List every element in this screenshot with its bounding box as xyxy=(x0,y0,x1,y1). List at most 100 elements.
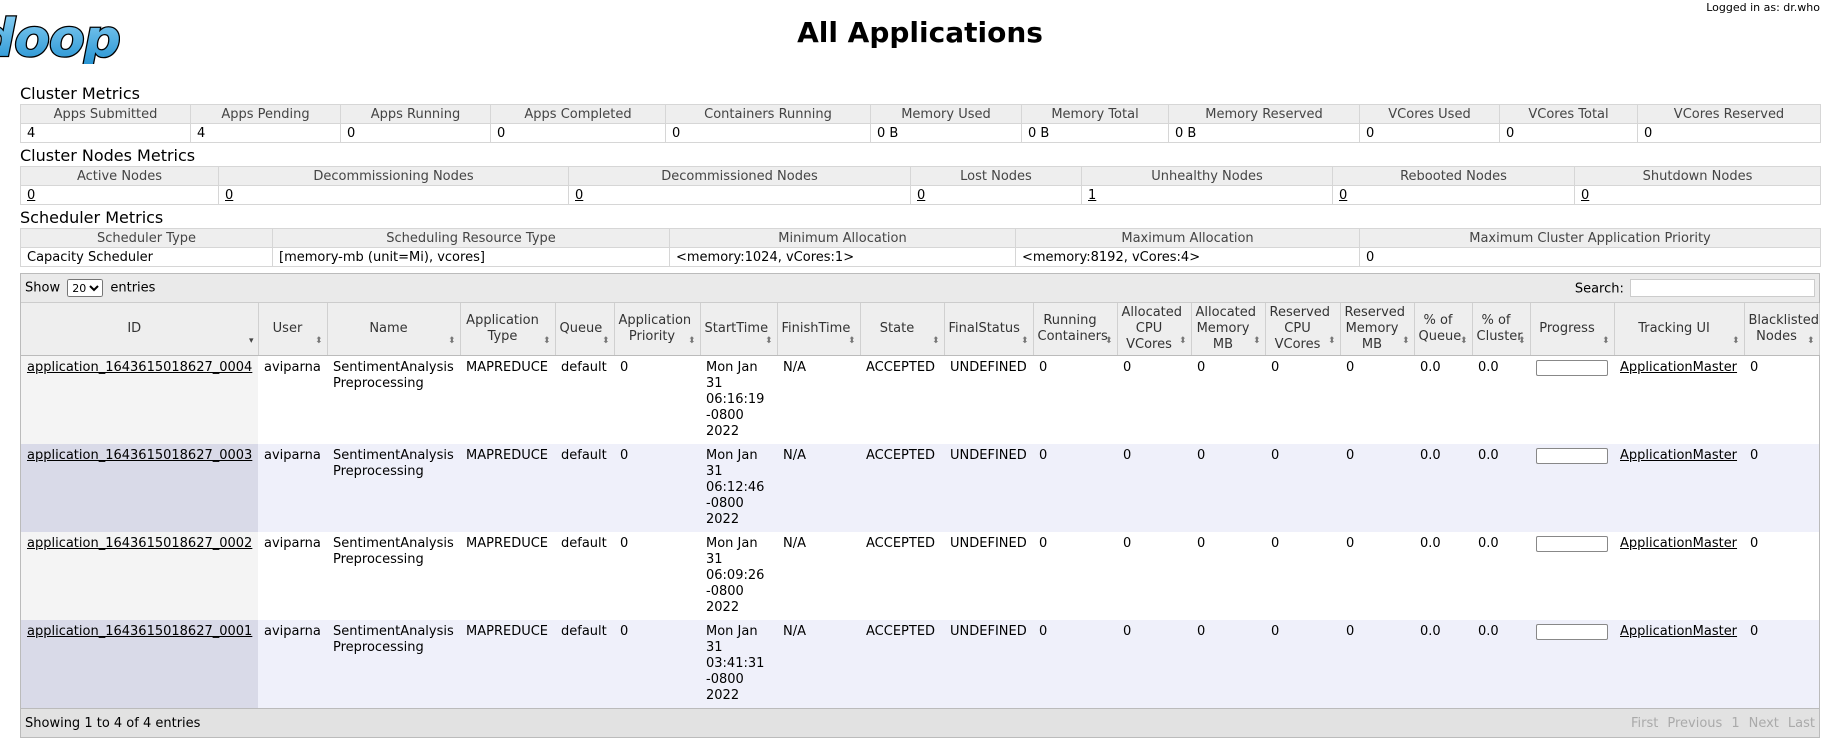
cell-user: aviparna xyxy=(258,444,327,532)
active-nodes-link[interactable]: 0 xyxy=(27,188,35,203)
column-header-id[interactable]: ID ▾ xyxy=(21,303,259,356)
cell-final-status: UNDEFINED xyxy=(944,444,1033,532)
tracking-ui-link[interactable]: ApplicationMaster xyxy=(1620,360,1737,375)
column-header-reserved-cpu-vcores[interactable]: Reserved CPU VCores ⬍ xyxy=(1265,303,1341,356)
active-nodes-cell: 0 xyxy=(20,185,219,205)
cell-blacklisted: 0 xyxy=(1744,620,1819,708)
cell-start: Mon Jan 31 06:09:26 -0800 2022 xyxy=(700,532,777,620)
column-header-label: % of Cluster xyxy=(1476,313,1523,344)
column-header-label: Running Containers xyxy=(1037,313,1108,344)
column-header-running-containers[interactable]: Running Containers ⬍ xyxy=(1033,303,1118,356)
column-header-label: StartTime xyxy=(704,321,769,336)
active-nodes-header: Active Nodes xyxy=(20,166,219,186)
cluster-metrics-header-row: Apps Submitted Apps Pending Apps Running Ap… xyxy=(20,104,1821,124)
cell-res-cpu: 0 xyxy=(1265,444,1340,532)
column-header-application-priority[interactable]: Application Priority ⬍ xyxy=(614,303,701,356)
column-header-queue[interactable]: Queue ⬍ xyxy=(555,303,615,356)
pager-first-button[interactable]: First xyxy=(1631,716,1658,731)
column-header-label: Name xyxy=(369,321,408,336)
cell-pct-queue: 0.0 xyxy=(1414,444,1472,532)
maximum-allocation-header: Maximum Allocation xyxy=(1015,228,1360,248)
cell-pct-queue: 0.0 xyxy=(1414,355,1472,444)
search-input[interactable] xyxy=(1630,279,1815,297)
column-header-application-type[interactable]: Application Type ⬍ xyxy=(460,303,556,356)
tracking-ui-link[interactable]: ApplicationMaster xyxy=(1620,448,1737,463)
cell-queue: default xyxy=(555,355,614,444)
pager-last-button[interactable]: Last xyxy=(1788,716,1815,731)
tracking-ui-link[interactable]: ApplicationMaster xyxy=(1620,536,1737,551)
cell-res-mem: 0 xyxy=(1340,444,1414,532)
sort-desc-icon: ▾ xyxy=(248,336,254,346)
column-header-allocated-cpu-vcores[interactable]: Allocated CPU VCores ⬍ xyxy=(1117,303,1192,356)
column-header-user[interactable]: User ⬍ xyxy=(258,303,328,356)
shutdown-nodes-cell: 0 xyxy=(1574,185,1821,205)
unhealthy-nodes-link[interactable]: 1 xyxy=(1088,188,1096,203)
containers-running-cell: 0 xyxy=(665,123,871,143)
sort-icon: ⬍ xyxy=(601,336,610,346)
cell-final-status: UNDEFINED xyxy=(944,620,1033,708)
lost-nodes-cell: 0 xyxy=(910,185,1082,205)
sort-icon: ⬍ xyxy=(1517,336,1526,346)
lost-nodes-header: Lost Nodes xyxy=(910,166,1082,186)
maximum-allocation-cell: <memory:8192, vCores:4> xyxy=(1015,247,1360,267)
cell-final-status: UNDEFINED xyxy=(944,532,1033,620)
decommissioning-nodes-link[interactable]: 0 xyxy=(225,188,233,203)
cell-res-mem: 0 xyxy=(1340,355,1414,444)
cell-tracking: ApplicationMaster xyxy=(1614,532,1744,620)
application-id-link[interactable]: application_1643615018627_0001 xyxy=(27,624,252,639)
pager-1-button[interactable]: 1 xyxy=(1731,716,1739,731)
apps-toolbar: Show 20 entries Search: xyxy=(21,274,1819,303)
tracking-ui-link[interactable]: ApplicationMaster xyxy=(1620,624,1737,639)
column-header-starttime[interactable]: StartTime ⬍ xyxy=(700,303,778,356)
application-id-link[interactable]: application_1643615018627_0003 xyxy=(27,448,252,463)
column-header-finalstatus[interactable]: FinalStatus ⬍ xyxy=(944,303,1034,356)
lost-nodes-link[interactable]: 0 xyxy=(917,188,925,203)
cell-blacklisted: 0 xyxy=(1744,532,1819,620)
pager-previous-button[interactable]: Previous xyxy=(1667,716,1722,731)
rebooted-nodes-link[interactable]: 0 xyxy=(1339,188,1347,203)
search-control: Search: xyxy=(1575,279,1815,297)
shutdown-nodes-link[interactable]: 0 xyxy=(1581,188,1589,203)
progress-bar xyxy=(1536,360,1608,376)
sort-icon: ⬍ xyxy=(1178,336,1187,346)
decommissioned-nodes-link[interactable]: 0 xyxy=(575,188,583,203)
apps-pending-header: Apps Pending xyxy=(190,104,341,124)
column-header-label: Application Type xyxy=(466,313,539,344)
length-control: Show 20 entries xyxy=(25,279,155,297)
column-header-name[interactable]: Name ⬍ xyxy=(327,303,461,356)
cell-queue: default xyxy=(555,620,614,708)
table-row: application_1643615018627_0002 aviparna Se… xyxy=(21,532,1819,620)
column-header-finishtime[interactable]: FinishTime ⬍ xyxy=(777,303,861,356)
column-header-blacklisted-nodes[interactable]: Blacklisted Nodes ⬍ xyxy=(1744,303,1820,356)
column-header-of-cluster[interactable]: % of Cluster ⬍ xyxy=(1472,303,1531,356)
cell-progress xyxy=(1530,444,1614,532)
cell-state: ACCEPTED xyxy=(860,532,944,620)
entries-per-page-select[interactable]: 20 xyxy=(67,279,104,297)
application-id-link[interactable]: application_1643615018627_0004 xyxy=(27,360,252,375)
cell-user: aviparna xyxy=(258,532,327,620)
column-header-state[interactable]: State ⬍ xyxy=(860,303,945,356)
progress-bar xyxy=(1536,448,1608,464)
cell-user: aviparna xyxy=(258,620,327,708)
column-header-reserved-memory-mb[interactable]: Reserved Memory MB ⬍ xyxy=(1340,303,1415,356)
apps-running-header: Apps Running xyxy=(340,104,491,124)
vcores-used-header: VCores Used xyxy=(1359,104,1500,124)
cell-alloc-cpu: 0 xyxy=(1117,355,1191,444)
column-header-allocated-memory-mb[interactable]: Allocated Memory MB ⬍ xyxy=(1191,303,1266,356)
pager-next-button[interactable]: Next xyxy=(1749,716,1779,731)
cell-running: 0 xyxy=(1033,355,1117,444)
column-header-label: Progress xyxy=(1539,321,1595,336)
scheduler-metrics-header-row: Scheduler Type Scheduling Resource Type Mi… xyxy=(20,228,1821,248)
cell-start: Mon Jan 31 03:41:31 -0800 2022 xyxy=(700,620,777,708)
cell-type: MAPREDUCE xyxy=(460,444,555,532)
cell-alloc-mem: 0 xyxy=(1191,620,1265,708)
cell-finish: N/A xyxy=(777,444,860,532)
scheduler-metrics-title: Scheduler Metrics xyxy=(20,208,164,227)
application-id-link[interactable]: application_1643615018627_0002 xyxy=(27,536,252,551)
column-header-tracking-ui[interactable]: Tracking UI ⬍ xyxy=(1614,303,1745,356)
cell-id: application_1643615018627_0001 xyxy=(21,620,258,708)
cell-pct-cluster: 0.0 xyxy=(1472,355,1530,444)
column-header-of-queue[interactable]: % of Queue ⬍ xyxy=(1414,303,1473,356)
sort-icon: ⬍ xyxy=(687,336,696,346)
column-header-progress[interactable]: Progress ⬍ xyxy=(1530,303,1615,356)
